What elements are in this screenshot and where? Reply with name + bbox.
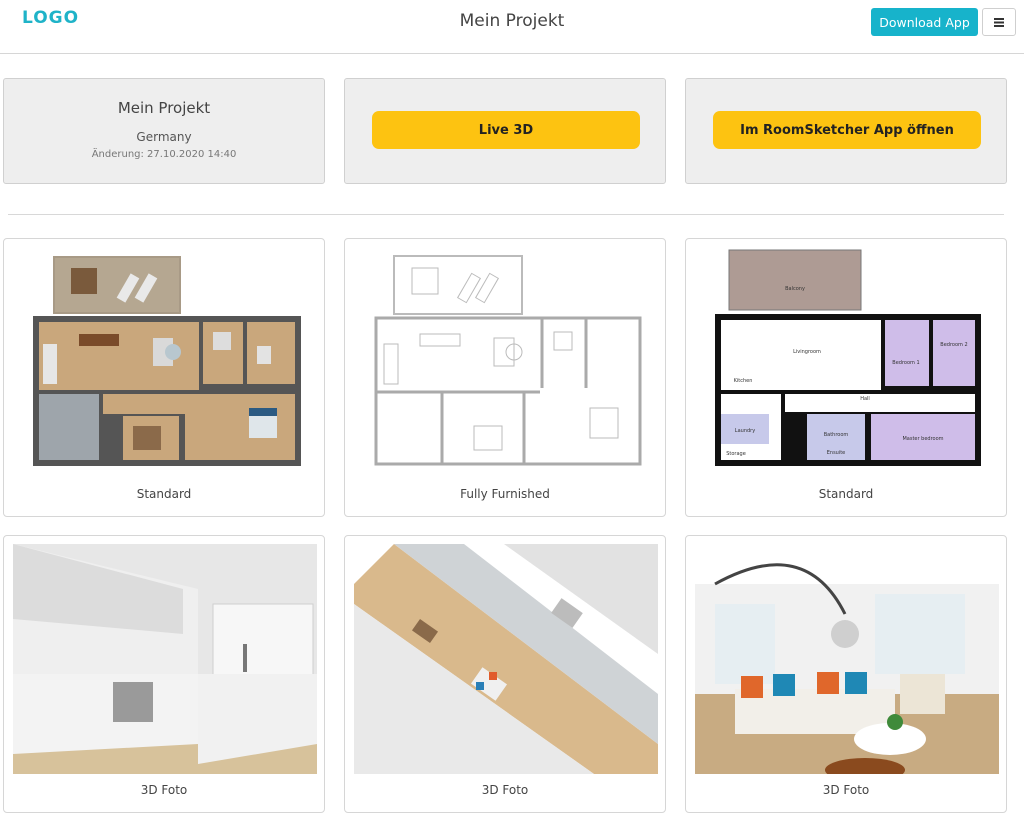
project-country: Germany — [4, 130, 324, 144]
open-app-card: Im RoomSketcher App öffnen — [685, 78, 1007, 184]
plan-room-label: Storage — [726, 451, 746, 457]
menu-button[interactable] — [982, 8, 1016, 36]
plan-room-label: Laundry — [735, 428, 755, 434]
floor-plan-image — [354, 248, 658, 476]
plan-room-label: Livingroom — [793, 349, 821, 355]
gallery-tile-3d-kitchen[interactable]: 3D Foto — [3, 535, 325, 813]
open-in-app-button[interactable]: Im RoomSketcher App öffnen — [713, 111, 981, 149]
gallery-tile-standard-plan[interactable]: Standard — [3, 238, 325, 517]
plan-room-label: Ensuite — [827, 450, 846, 456]
3d-living-image — [695, 544, 999, 774]
tile-label: 3D Foto — [686, 783, 1006, 797]
floor-plan-image — [13, 248, 317, 476]
plan-room-label: Master bedroom — [902, 436, 943, 442]
3d-kitchen-image — [13, 544, 317, 774]
hamburger-menu-icon — [993, 13, 1005, 32]
gallery-tile-3d-birdseye[interactable]: 3D Foto — [344, 535, 666, 813]
plan-room-label: Bathroom — [824, 432, 849, 438]
project-modified-date: Änderung: 27.10.2020 14:40 — [4, 149, 324, 160]
plan-room-label: Hall — [860, 396, 870, 402]
gallery-tile-fully-furnished-plan[interactable]: Fully Furnished — [344, 238, 666, 517]
plan-room-label: Bedroom 2 — [940, 342, 967, 348]
tile-label: 3D Foto — [4, 783, 324, 797]
plan-room-label: Kitchen — [734, 378, 753, 384]
tile-label: 3D Foto — [345, 783, 665, 797]
live-3d-card: Live 3D — [344, 78, 666, 184]
gallery-tile-standard-colored-plan[interactable]: Balcony Livingroom Bedroom 1 Bedroom 2 K… — [685, 238, 1007, 517]
plan-room-label: Balcony — [785, 286, 805, 292]
3d-birdseye-image — [354, 544, 658, 774]
download-app-button[interactable]: Download App — [871, 8, 978, 36]
live-3d-button[interactable]: Live 3D — [372, 111, 640, 149]
gallery-tile-3d-living[interactable]: 3D Foto — [685, 535, 1007, 813]
floor-plan-image: Balcony Livingroom Bedroom 1 Bedroom 2 K… — [695, 248, 999, 476]
project-name: Mein Projekt — [4, 99, 324, 117]
plan-room-label: Bedroom 1 — [892, 360, 919, 366]
divider — [8, 214, 1004, 215]
tile-label: Standard — [4, 487, 324, 501]
top-bar: LOGO Mein Projekt Download App — [0, 0, 1024, 54]
tile-label: Fully Furnished — [345, 487, 665, 501]
project-info-card: Mein Projekt Germany Änderung: 27.10.202… — [3, 78, 325, 184]
tile-label: Standard — [686, 487, 1006, 501]
